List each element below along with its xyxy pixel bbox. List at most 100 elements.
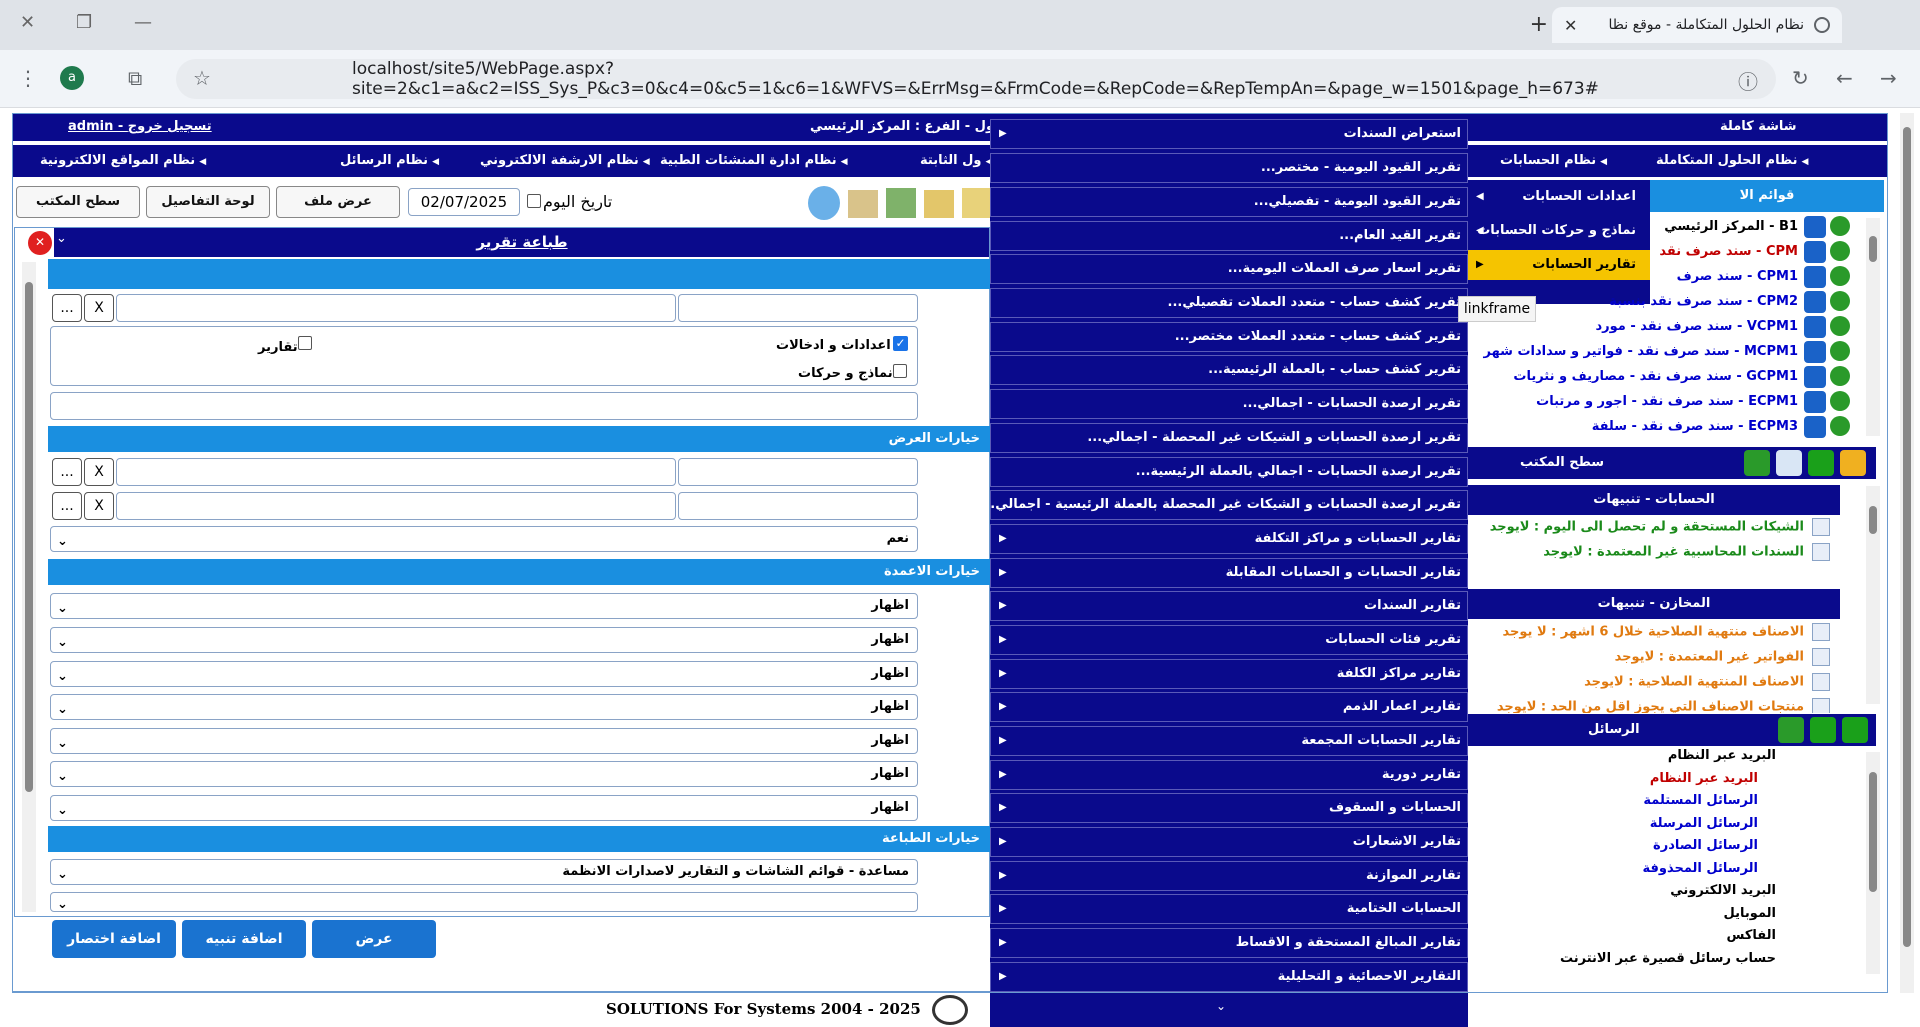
menu-item[interactable]: الحسابات الختامية ▶ xyxy=(990,894,1468,924)
refresh-icon[interactable] xyxy=(1830,391,1850,411)
text-field[interactable] xyxy=(50,392,918,420)
address-bar[interactable]: localhost/site5/WebPage.aspx?site=2&c1=a… xyxy=(176,59,1776,99)
refresh-icon[interactable] xyxy=(1830,316,1850,336)
close-report-icon[interactable]: ✕ xyxy=(28,231,52,255)
page-scrollbar[interactable] xyxy=(1900,113,1914,993)
menu-more-chevron-icon[interactable]: ⌄ xyxy=(1216,999,1226,1013)
options-icon[interactable] xyxy=(1804,366,1826,388)
alerts-scrollbar[interactable] xyxy=(1866,486,1880,704)
menu-item[interactable]: تقارير اعمار الذمم ▶ xyxy=(990,692,1468,722)
message-folder[interactable]: الرسائل الصادرة xyxy=(1468,838,1782,861)
add-alert-button[interactable]: اضافة تنبيه xyxy=(182,920,306,958)
browse-button[interactable]: ... xyxy=(52,458,82,486)
alert-item[interactable]: الاصناف منتهية الصلاحية خلال 6 اشهر : لا… xyxy=(1468,623,1830,648)
alert-item[interactable]: الفواتير غير المعتمدة : لايوجد xyxy=(1468,648,1830,673)
menu-item[interactable]: استعراض السندات ▶ xyxy=(990,119,1468,149)
alert-item[interactable]: الاصناف المنتهية الصلاحية : لايوجد xyxy=(1468,673,1830,698)
spreadsheet-tool-icon[interactable] xyxy=(886,188,916,218)
add-shortcut-button[interactable]: اضافة اختصار xyxy=(52,920,176,958)
menu-item[interactable]: تقرير كشف حساب - بالعملة الرئيسية... xyxy=(990,355,1468,385)
nav-item-messages[interactable]: ◀نظام الرسائل xyxy=(340,153,439,168)
clear-button[interactable]: X xyxy=(84,294,114,322)
menu-item[interactable]: الحسابات و السقوف ▶ xyxy=(990,793,1468,823)
column-select-5[interactable]: اظهار ⌄ xyxy=(50,728,918,754)
voucher-row[interactable]: CPM - سند صرف نقد xyxy=(1468,241,1884,263)
voucher-scrollbar[interactable] xyxy=(1866,218,1880,436)
menu-item[interactable]: تقارير مراكز الكلفة ▶ xyxy=(990,659,1468,689)
reload-icon[interactable]: ↻ xyxy=(1792,66,1809,90)
menu-item[interactable]: تقارير السندات ▶ xyxy=(990,591,1468,621)
refresh-icon[interactable] xyxy=(1830,266,1850,286)
voucher-row[interactable]: B1 - المركز الرئيسي xyxy=(1468,216,1884,238)
browser-tab[interactable]: نظام الحلول المتكاملة - موقع نظا ✕ xyxy=(1552,7,1842,43)
nav-item-integrated[interactable]: ◀نظام الحلول المتكاملة xyxy=(1656,153,1808,168)
menu-item[interactable]: تقرير ارصدة الحسابات - اجمالي بالعملة ال… xyxy=(990,457,1468,487)
collapse-chevron-icon[interactable]: ⌄ xyxy=(56,231,67,246)
from-code-field[interactable] xyxy=(678,458,918,486)
restore-window-icon[interactable]: ❐ xyxy=(76,12,92,33)
yes-no-select[interactable]: نعم ⌄ xyxy=(50,526,918,552)
new-tab-icon[interactable]: + xyxy=(1530,12,1548,37)
message-folder[interactable]: حساب رسائل قصيرة عبر الانترنت xyxy=(1468,951,1782,974)
menu-item[interactable]: تقارير الاشعارات ▶ xyxy=(990,827,1468,857)
scroll-thumb[interactable] xyxy=(25,282,33,792)
to-code-field[interactable] xyxy=(678,492,918,520)
details-board-button[interactable]: لوحة التفاصيل xyxy=(146,186,270,218)
message-folder[interactable]: الرسائل المحذوفة xyxy=(1468,861,1782,884)
report-scrollbar[interactable] xyxy=(22,262,36,912)
voucher-row[interactable]: VCPM1 - سند صرف نقد - مورد xyxy=(1468,316,1884,338)
scroll-thumb[interactable] xyxy=(1869,506,1877,534)
menu-item[interactable]: تقرير اسعار صرف العملات اليومية... xyxy=(990,254,1468,284)
add-icon[interactable] xyxy=(1842,717,1868,743)
options-icon[interactable] xyxy=(1804,391,1826,413)
options-icon[interactable] xyxy=(1804,416,1826,438)
menu-item[interactable]: تقرير القيد العام... xyxy=(990,221,1468,251)
options-icon[interactable] xyxy=(1804,266,1826,288)
column-select-2[interactable]: اظهار ⌄ xyxy=(50,627,918,653)
voucher-row[interactable]: MCPM1 - سند صرف نقد - فواتير و سدادات شه… xyxy=(1468,341,1884,363)
add-icon[interactable] xyxy=(1810,717,1836,743)
browse-button[interactable]: ... xyxy=(52,492,82,520)
forward-icon[interactable]: → xyxy=(1880,66,1897,90)
message-folder[interactable]: البريد عبر النظام xyxy=(1468,748,1782,771)
back-icon[interactable]: ← xyxy=(1836,66,1853,90)
profile-avatar[interactable]: a xyxy=(60,66,84,90)
menu-item[interactable]: تقرير فئات الحسابات ▶ xyxy=(990,625,1468,655)
refresh-icon[interactable] xyxy=(1830,341,1850,361)
options-icon[interactable] xyxy=(1804,216,1826,238)
settings-checkbox[interactable]: ✓ xyxy=(893,336,908,351)
message-folder[interactable]: البريد عبر النظام xyxy=(1468,771,1782,794)
menu-item[interactable]: تقارير الحسابات المجمعة ▶ xyxy=(990,726,1468,756)
column-select-1[interactable]: اظهار ⌄ xyxy=(50,593,918,619)
tab-close-icon[interactable]: ✕ xyxy=(1564,16,1577,35)
refresh-icon[interactable] xyxy=(1830,216,1850,236)
code-field[interactable] xyxy=(678,294,918,322)
scroll-thumb[interactable] xyxy=(1903,127,1911,947)
menu-dots-icon[interactable]: ⋮ xyxy=(18,66,38,90)
refresh-icon[interactable] xyxy=(1830,291,1850,311)
message-folder[interactable]: الرسائل المستلمة xyxy=(1468,793,1782,816)
voucher-row[interactable]: CPM2 - سند صرف نقد بنسبة xyxy=(1468,291,1884,313)
models-checkbox[interactable] xyxy=(893,364,907,378)
add-icon[interactable] xyxy=(1808,450,1834,476)
voucher-row[interactable]: ECPM1 - سند صرف نقد - اجور و مرتبات xyxy=(1468,391,1884,413)
view-button[interactable]: عرض xyxy=(312,920,436,958)
options-icon[interactable] xyxy=(1804,341,1826,363)
message-folder[interactable]: الموبايل xyxy=(1468,906,1782,929)
extensions-icon[interactable]: ⧉ xyxy=(128,66,142,90)
date-input[interactable]: 02/07/2025 xyxy=(408,188,520,216)
menu-item[interactable]: التقارير الاحصائية و التحليلية ▶ xyxy=(990,962,1468,992)
close-window-icon[interactable]: ✕ xyxy=(20,12,35,33)
options-icon[interactable] xyxy=(1804,241,1826,263)
column-select-7[interactable]: اظهار ⌄ xyxy=(50,795,918,821)
menu-item[interactable]: تقرير ارصدة الحسابات و الشيكات غير المحص… xyxy=(990,490,1468,520)
menu-item[interactable]: تقارير دورية ▶ xyxy=(990,760,1468,790)
column-select-3[interactable]: اظهار ⌄ xyxy=(50,661,918,687)
to-name-field[interactable] xyxy=(116,492,676,520)
alert-item[interactable]: السندات المحاسبية غير المعتمدة : لايوجد xyxy=(1468,543,1830,568)
logout-link[interactable]: admin - تسجيل خروج xyxy=(68,119,212,134)
menu-item[interactable]: تقرير القيود اليومية - مختصر... xyxy=(990,153,1468,183)
voucher-row[interactable]: CPM1 - سند صرف xyxy=(1468,266,1884,288)
alert-item[interactable]: الشيكات المستحقة و لم تحصل الى اليوم : ل… xyxy=(1468,518,1830,543)
menu-item[interactable]: تقارير الحسابات و مراكز التكلفة ▶ xyxy=(990,524,1468,554)
